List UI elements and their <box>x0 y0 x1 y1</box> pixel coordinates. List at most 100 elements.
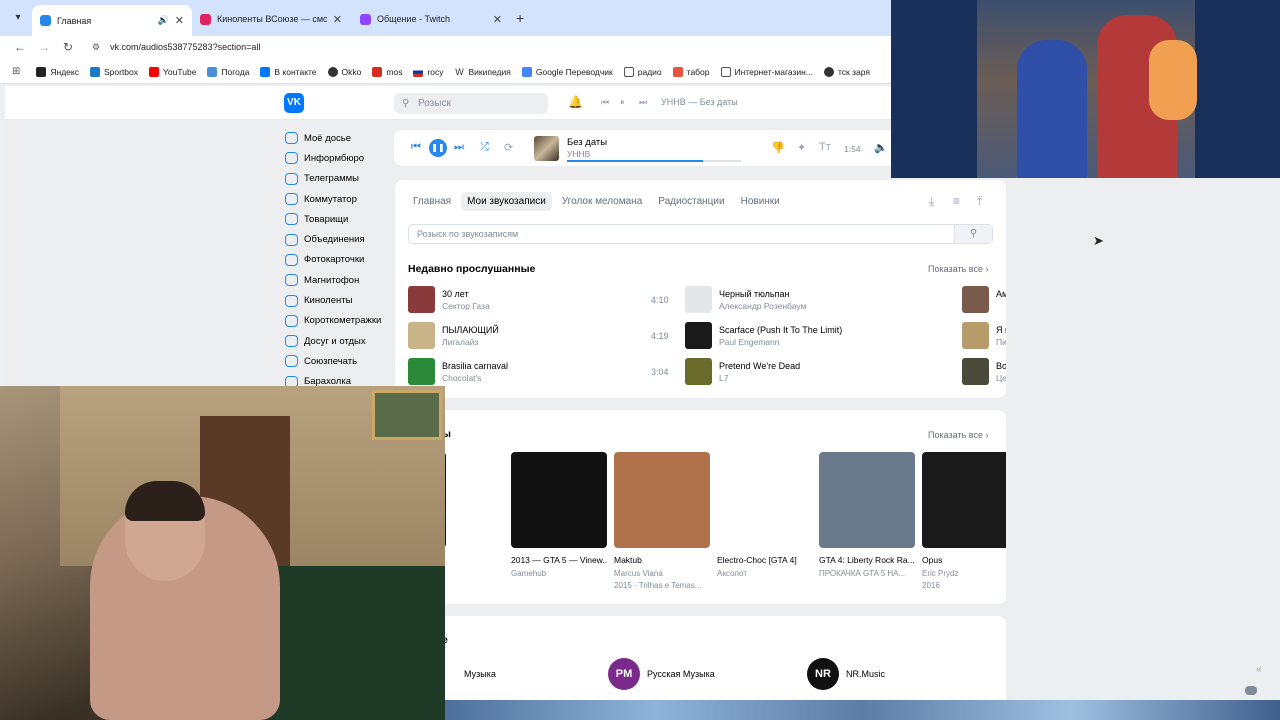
tab-kinolenty[interactable]: Киноленты ВСоюзе — смотре ✕ <box>192 6 350 32</box>
next-track-icon[interactable]: ⏭ <box>454 141 464 154</box>
playlist-card[interactable]: Opus Eric Prydz 2016 <box>922 452 1006 592</box>
nav-item[interactable]: Объединения <box>285 229 395 249</box>
bookmark-item[interactable]: Sportbox <box>89 66 138 77</box>
player-track-artist[interactable]: УННВ <box>567 149 590 159</box>
track-row[interactable]: Pretend We're DeadL73:55 <box>685 358 955 386</box>
audio-search-input[interactable]: Розыск по звукозаписям ⚲ <box>408 224 993 244</box>
track-artist[interactable]: Пи <box>996 337 1006 347</box>
track-row[interactable]: Черный тюльпанАлександр Розенбаум3:52 <box>685 286 955 314</box>
nav-item[interactable]: Киноленты <box>285 290 395 310</box>
show-all-playlists-link[interactable]: Показать все › <box>928 430 988 440</box>
audio-tab[interactable]: Новинки <box>735 192 786 211</box>
collapse-icon[interactable]: « <box>1256 664 1262 675</box>
back-icon[interactable]: ← <box>14 40 26 54</box>
dislike-icon[interactable]: 👎 <box>771 141 785 154</box>
bookmark-item[interactable]: Okko <box>327 66 361 77</box>
playlist-subtitle[interactable]: Eric Prydz <box>922 568 1006 580</box>
track-row[interactable]: Я п Пи <box>962 322 1006 350</box>
track-artist[interactable]: Це <box>996 373 1006 383</box>
track-artist[interactable]: Chocolat's <box>442 373 481 383</box>
site-info-icon[interactable]: ⚙ <box>92 42 100 53</box>
add-playlist-icon[interactable]: ≡ <box>953 194 960 208</box>
playlist-subtitle[interactable]: Marcus Viana <box>614 568 710 580</box>
nav-item[interactable]: Досуг и отдых <box>285 331 395 351</box>
download-icon[interactable]: ⤓ <box>929 194 934 209</box>
nav-item[interactable]: Коммутатор <box>285 189 395 209</box>
bookmark-item[interactable]: Интернет-магазин... <box>720 66 813 77</box>
track-row[interactable]: Scarface (Push It To The Limit) Paul Enge… <box>685 322 955 350</box>
curator-item[interactable]: NR NR.Music <box>807 658 885 690</box>
url-field[interactable]: vk.com/audios538775283?section=all <box>110 42 260 52</box>
header-search-input[interactable]: ⚲ Розыск <box>394 93 548 114</box>
show-all-recent-link[interactable]: Показать все › <box>928 264 988 274</box>
tab-twitch[interactable]: Общение - Twitch ✕ <box>352 6 510 32</box>
close-tab-icon[interactable]: ✕ <box>493 13 502 26</box>
audio-tab[interactable]: Мои звукозаписи <box>461 192 552 211</box>
reload-icon[interactable]: ↻ <box>63 40 73 54</box>
nav-item[interactable]: Информбюро <box>285 148 395 168</box>
upload-icon[interactable]: ⤒ <box>977 194 982 209</box>
curator-item[interactable]: PM Русская Музыка <box>608 658 715 690</box>
bookmark-item[interactable]: тск заря <box>823 66 870 77</box>
new-tab-button[interactable]: + <box>516 10 524 26</box>
nav-item[interactable]: Короткометражки <box>285 311 395 331</box>
sparkle-icon[interactable]: ✦ <box>797 141 806 154</box>
playlist-card[interactable]: GTA 4: Liberty Rock Ra... ПРОКАЧКА GTA 5 … <box>819 452 915 580</box>
track-artist[interactable]: Сектор Газа <box>442 301 490 311</box>
bookmark-item[interactable]: Яндекс <box>36 66 79 77</box>
track-row[interactable]: Brasilia carnaval Chocolat's 3:04 <box>408 358 678 386</box>
playlist-subtitle[interactable]: ПРОКАЧКА GTA 5 НА... <box>819 568 915 580</box>
vk-logo[interactable]: VK <box>284 93 304 113</box>
volume-icon[interactable]: 🔈 <box>874 141 888 154</box>
track-row[interactable]: Во Це <box>962 358 1006 386</box>
bookmark-item[interactable]: Google Переводчик <box>521 66 613 77</box>
track-row[interactable]: Ам <box>962 286 1006 314</box>
repeat-icon[interactable]: ⟳ <box>504 141 513 154</box>
bookmark-item[interactable]: W Википедия <box>454 66 511 77</box>
track-row[interactable]: ПЫЛАЮЩИЙ Лигалайз 4:19 <box>408 322 678 350</box>
track-artist[interactable]: L7 <box>719 373 728 383</box>
track-artist[interactable]: Лигалайз <box>442 337 478 347</box>
nav-item[interactable]: Моё досье <box>285 128 395 148</box>
bookmark-item[interactable]: Погода <box>207 66 249 77</box>
audio-tab[interactable]: Главная <box>407 192 457 211</box>
nav-item[interactable]: Фотокарточки <box>285 250 395 270</box>
track-artist[interactable]: Paul Engemann <box>719 337 780 347</box>
bookmark-item[interactable]: табор <box>672 66 710 77</box>
lyrics-icon[interactable]: Tт <box>819 141 831 153</box>
next-track-icon[interactable]: ⏭ <box>639 97 647 108</box>
bookmark-item[interactable]: mos <box>372 66 402 77</box>
prev-track-icon[interactable]: ⏮ <box>411 141 421 154</box>
player-track-title[interactable]: Без даты <box>567 137 607 148</box>
nav-item[interactable]: Телеграммы <box>285 169 395 189</box>
bookmark-item[interactable]: rocy <box>413 66 444 77</box>
forward-icon[interactable]: → <box>38 40 50 54</box>
bookmark-item[interactable]: В контакте <box>260 66 317 77</box>
bell-icon[interactable]: 🔔 <box>568 95 583 109</box>
playlist-card[interactable]: Maktub Marcus Viana 2015 · Trilhas e Temas… <box>614 452 710 592</box>
shuffle-icon[interactable]: ⤮ <box>480 141 489 154</box>
header-now-playing[interactable]: УННВ — Без даты <box>661 97 738 107</box>
nav-item[interactable]: Магнитофон <box>285 270 395 290</box>
pause-button[interactable]: ❚❚ <box>429 139 447 157</box>
close-tab-icon[interactable]: ✕ <box>333 13 342 26</box>
nav-item[interactable]: Товарищи <box>285 209 395 229</box>
search-button[interactable]: ⚲ <box>954 225 992 243</box>
chat-icon[interactable] <box>1245 686 1257 695</box>
playlist-subtitle[interactable]: Gamehub <box>511 568 607 580</box>
track-row[interactable]: 30 лет Сектор Газа 4:10 <box>408 286 678 314</box>
bookmark-item[interactable]: радио <box>623 66 662 77</box>
bookmark-item[interactable]: YouTube <box>149 66 196 77</box>
tab-search-icon[interactable]: ▾ <box>8 8 28 28</box>
progress-bar[interactable] <box>567 160 741 162</box>
track-artist[interactable]: Александр Розенбаум <box>719 301 806 311</box>
playlist-subtitle[interactable]: Аксолот <box>717 568 813 580</box>
playlist-card[interactable]: 2013 — GTA 5 — Vinew... Gamehub <box>511 452 607 580</box>
prev-track-icon[interactable]: ⏮ <box>601 97 609 108</box>
audio-tab[interactable]: Радиостанции <box>652 192 730 211</box>
apps-grid-icon[interactable]: ⊞ <box>12 66 20 77</box>
tab-home[interactable]: Главная 🔊 ✕ <box>32 5 192 36</box>
playlist-card[interactable]: Electro-Choc [GTA 4] Аксолот <box>717 452 813 580</box>
pause-icon[interactable]: ⏸ <box>620 97 625 108</box>
nav-item[interactable]: Союзпечать <box>285 351 395 371</box>
